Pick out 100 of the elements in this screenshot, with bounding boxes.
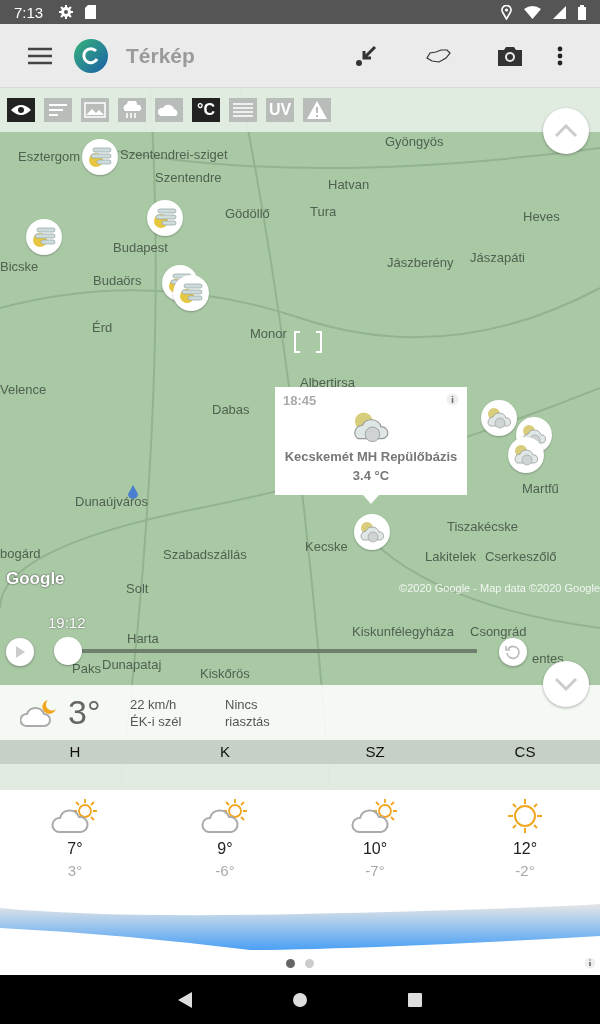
wifi-icon [524, 5, 541, 19]
current-temperature: 3° [68, 693, 102, 732]
play-button[interactable] [6, 638, 34, 666]
page-dot[interactable] [286, 958, 295, 968]
place-label: Budaörs [93, 274, 142, 287]
place-label: Tiszakécske [447, 520, 519, 533]
slider-time: 19:12 [48, 614, 86, 631]
layer-button[interactable] [7, 98, 35, 122]
place-label: Csongrád [470, 625, 527, 638]
screen-title: Térkép [126, 43, 195, 68]
page-dot[interactable] [305, 958, 314, 968]
fog-sun-icon [31, 225, 57, 249]
place-label: Harta [127, 632, 159, 645]
partly-cloudy-icon [351, 798, 399, 834]
weather-marker[interactable] [354, 514, 390, 550]
place-label: Martfű [522, 482, 559, 495]
layer-button[interactable]: °C [192, 98, 220, 122]
place-label: Albertirsa [300, 376, 355, 389]
weather-marker[interactable] [82, 139, 118, 175]
place-label: Cserkeszőlő [485, 550, 557, 563]
place-label: Szentendrei-sziget [120, 148, 228, 161]
place-label: Velence [0, 383, 47, 396]
alert-status: riasztás [225, 713, 271, 729]
station-name: Kecskemét MH Repülőbázis [284, 449, 458, 464]
fog-sun-icon [178, 281, 204, 305]
weather-marker[interactable] [508, 437, 544, 473]
low-temperature: -6° [215, 862, 235, 879]
low-temperature: -2° [515, 862, 535, 879]
slider-thumb[interactable] [54, 637, 82, 665]
status-time: 7:13 [14, 3, 44, 21]
day-label: CS [514, 743, 536, 760]
location-pin-icon [128, 485, 138, 499]
recents-icon[interactable] [408, 992, 422, 1007]
place-label: Gödöllő [225, 207, 270, 220]
replay-icon [505, 644, 521, 660]
popup-pointer [363, 495, 379, 504]
high-temperature: 10° [362, 840, 388, 858]
wind-direction: ÉK-i szél [130, 713, 183, 729]
rain-cloud-icon [121, 101, 143, 119]
cloudy-icon [352, 409, 390, 445]
day-label: H [69, 743, 81, 760]
place-label: Dunapataj [102, 658, 162, 671]
menu-icon [28, 46, 52, 65]
place-label: Jászberény [387, 256, 454, 269]
chevron-down-icon [554, 677, 578, 691]
place-label: Hatvan [328, 178, 370, 191]
place-label: Dunaújváros [75, 495, 148, 508]
high-temperature: 9° [217, 840, 233, 858]
weather-marker[interactable] [173, 275, 209, 311]
wind-speed: 22 km/h [130, 696, 178, 712]
place-label: Gyöngyös [385, 135, 444, 148]
gear-icon [59, 5, 74, 19]
place-label: Jászapáti [470, 251, 525, 264]
sd-card-icon [85, 5, 97, 19]
day-label: K [220, 743, 230, 760]
back-icon[interactable] [178, 991, 192, 1008]
scroll-down-button[interactable] [543, 661, 589, 707]
place-label: Monor [250, 327, 287, 340]
place-label: Érd [92, 321, 113, 334]
signal-icon [553, 5, 566, 19]
station-temperature: 3.4 °C [352, 468, 390, 483]
home-icon[interactable] [292, 991, 308, 1008]
place-label: Esztergom [18, 150, 81, 163]
stripes-icon [232, 102, 254, 118]
weather-marker[interactable] [481, 400, 517, 436]
partly-cloudy-icon [201, 798, 249, 834]
place-label: Tura [310, 205, 337, 218]
map-copyright: ©2020 Google - Map data ©2020 Google [399, 582, 600, 594]
weather-marker[interactable] [26, 219, 62, 255]
cloudy-sun-icon [486, 406, 512, 430]
place-label: Solt [126, 582, 149, 595]
play-icon [15, 646, 25, 658]
fog-sun-icon [152, 206, 178, 230]
weather-marker[interactable] [147, 200, 183, 236]
observation-time: 18:45 [283, 393, 317, 408]
battery-icon [578, 4, 586, 20]
map-logo: Google [6, 569, 65, 589]
cloudy-sun-icon [359, 520, 385, 544]
info-icon[interactable] [446, 393, 459, 406]
eye-icon [10, 104, 32, 116]
info-icon[interactable] [584, 957, 596, 969]
place-label: Kiskunfélegyháza [352, 625, 454, 638]
partly-cloudy-icon [51, 798, 99, 834]
place-label: bogárd [0, 547, 41, 560]
camera-icon [498, 45, 522, 66]
high-temperature: 12° [512, 840, 538, 858]
place-label: Lakitelek [425, 550, 477, 563]
chevron-up-icon [554, 124, 578, 138]
location-icon [501, 4, 512, 20]
replay-button[interactable] [499, 638, 527, 666]
landscape-icon [84, 102, 106, 118]
target-brackets-icon [293, 331, 323, 353]
place-label: Kiskőrös [200, 667, 250, 680]
low-temperature: -7° [365, 862, 385, 879]
low-temperature: 3° [67, 862, 83, 879]
place-label: Szentendre [155, 171, 222, 184]
place-label: Paks [72, 662, 101, 675]
map[interactable] [0, 88, 600, 790]
high-temperature: 7° [67, 840, 83, 858]
cloud-icon [158, 102, 180, 118]
